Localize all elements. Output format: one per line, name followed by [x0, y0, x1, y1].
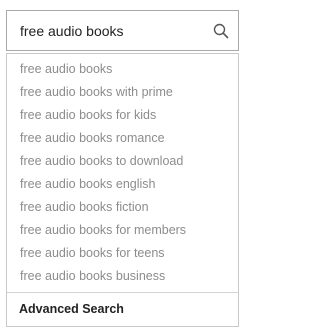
suggestion-item[interactable]: free audio books fiction — [7, 196, 238, 219]
suggestions-dropdown: free audio books free audio books with p… — [6, 53, 239, 327]
suggestion-item[interactable]: free audio books for members — [7, 219, 238, 242]
advanced-search-link[interactable]: Advanced Search — [7, 293, 238, 326]
search-icon[interactable] — [212, 22, 230, 40]
suggestion-item[interactable]: free audio books business — [7, 265, 238, 288]
suggestion-item[interactable]: free audio books with prime — [7, 81, 238, 104]
suggestion-item[interactable]: free audio books for teens — [7, 242, 238, 265]
search-input-value[interactable]: free audio books — [20, 23, 212, 39]
suggestion-item[interactable]: free audio books romance — [7, 127, 238, 150]
suggestion-item[interactable]: free audio books — [7, 58, 238, 81]
suggestion-item[interactable]: free audio books to download — [7, 150, 238, 173]
suggestion-list: free audio books free audio books with p… — [7, 54, 238, 292]
search-widget: free audio books free audio books free a… — [6, 10, 239, 327]
suggestion-item[interactable]: free audio books english — [7, 173, 238, 196]
suggestion-item[interactable]: free audio books for kids — [7, 104, 238, 127]
search-input[interactable]: free audio books — [6, 10, 239, 51]
